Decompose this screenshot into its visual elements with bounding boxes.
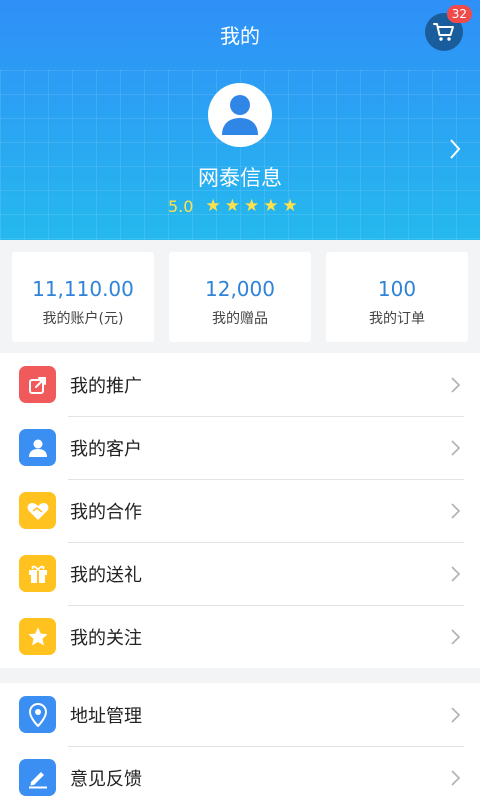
- avatar[interactable]: [208, 83, 272, 147]
- menu-item-promotion[interactable]: 我的推广: [0, 353, 480, 416]
- user-icon: [222, 95, 258, 135]
- stat-label: 我的账户(元): [42, 311, 124, 327]
- stat-label: 我的赠品: [212, 311, 268, 327]
- stats-row: 11,110.00 我的账户(元) 12,000 我的赠品 100 我的订单: [0, 248, 480, 346]
- star-icon: [19, 618, 56, 655]
- chevron-right-icon: [451, 629, 460, 645]
- menu-item-label: 我的客户: [70, 438, 142, 460]
- location-icon: [19, 696, 56, 733]
- chevron-right-icon: [451, 770, 460, 786]
- edit-icon: [19, 759, 56, 796]
- chevron-right-icon: [451, 707, 460, 723]
- menu-item-gifts[interactable]: 我的送礼: [0, 542, 480, 605]
- share-icon: [19, 366, 56, 403]
- profile-header: 我的 32 网泰信息 5.0 ★ ★ ★ ★ ★: [0, 0, 480, 240]
- cart-count-badge: 32: [446, 5, 472, 23]
- gift-icon: [19, 555, 56, 592]
- stat-orders[interactable]: 100 我的订单: [326, 252, 468, 342]
- menu-item-label: 意见反馈: [70, 768, 142, 790]
- menu-item-label: 我的推广: [70, 375, 142, 397]
- profile-name[interactable]: 网泰信息: [0, 162, 480, 192]
- stat-account[interactable]: 11,110.00 我的账户(元): [12, 252, 154, 342]
- menu-item-label: 我的合作: [70, 501, 142, 523]
- rating: 5.0 ★ ★ ★ ★ ★: [168, 196, 302, 216]
- menu-item-label: 地址管理: [70, 705, 142, 727]
- star-icon: ★: [205, 196, 221, 216]
- chevron-right-icon: [451, 503, 460, 519]
- menu-item-customers[interactable]: 我的客户: [0, 416, 480, 479]
- menu-item-address[interactable]: 地址管理: [0, 683, 480, 746]
- cart-icon: [433, 23, 454, 41]
- star-icon: ★: [263, 196, 279, 216]
- user-card-icon: [19, 429, 56, 466]
- star-icon: ★: [243, 196, 260, 216]
- chevron-right-icon[interactable]: [449, 138, 461, 160]
- stat-label: 我的订单: [369, 311, 425, 327]
- chevron-right-icon: [451, 377, 460, 393]
- star-icon: ★: [282, 196, 298, 216]
- menu-item-label: 我的关注: [70, 627, 142, 649]
- menu-primary: 我的推广 我的客户 我的合作 我的送礼 我的关注: [0, 353, 480, 668]
- rating-score: 5.0: [168, 196, 194, 216]
- page-title: 我的: [220, 24, 260, 48]
- stat-value: 11,110.00: [32, 277, 134, 301]
- menu-secondary: 地址管理 意见反馈: [0, 683, 480, 809]
- menu-item-cooperation[interactable]: 我的合作: [0, 479, 480, 542]
- stat-gifts[interactable]: 12,000 我的赠品: [169, 252, 311, 342]
- menu-item-following[interactable]: 我的关注: [0, 605, 480, 668]
- stat-value: 100: [377, 277, 417, 301]
- chevron-right-icon: [451, 566, 460, 582]
- chevron-right-icon: [451, 440, 460, 456]
- stat-value: 12,000: [205, 277, 275, 301]
- cart-button[interactable]: 32: [425, 5, 472, 51]
- menu-item-label: 我的送礼: [70, 564, 142, 586]
- star-icon: ★: [224, 196, 240, 216]
- handshake-icon: [19, 492, 56, 529]
